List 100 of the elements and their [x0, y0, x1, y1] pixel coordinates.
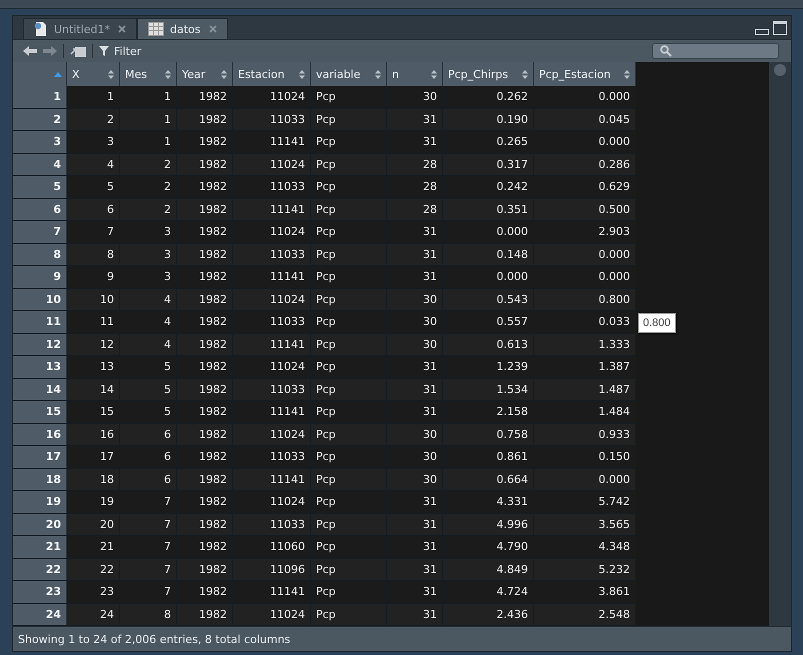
table-cell: 5 [120, 401, 177, 422]
column-title: Estacion [238, 68, 285, 80]
table-cell: 4.724 [443, 581, 534, 602]
row-number: 17 [13, 446, 67, 468]
table-cell: 1982 [177, 221, 233, 242]
row-number: 8 [13, 244, 67, 265]
table-cell: 11024 [233, 86, 311, 108]
table-cell: 8 [120, 604, 177, 625]
table-cell: 30 [387, 424, 443, 445]
popout-icon[interactable] [70, 45, 86, 57]
table-cell: 11060 [233, 536, 311, 558]
row-number: 5 [13, 176, 67, 198]
table-cell: 1982 [177, 266, 233, 288]
table-cell: Pcp [311, 198, 387, 220]
table-cell: 1 [120, 108, 177, 130]
table-cell: 3 [120, 266, 177, 288]
filter-button[interactable]: Filter [99, 44, 142, 58]
row-number: 10 [13, 288, 67, 310]
table-cell: 2.158 [443, 401, 534, 422]
table-cell: 0.351 [443, 198, 534, 220]
row-number: 11 [13, 311, 67, 332]
sort-ascending-icon [54, 72, 62, 76]
row-number: 13 [13, 356, 67, 378]
table-cell: 11 [67, 311, 120, 332]
table-cell: 31 [387, 581, 443, 602]
table-cell: 1.239 [443, 356, 534, 378]
table-cell: 1982 [177, 198, 233, 220]
table-cell: 4 [120, 288, 177, 310]
filter-icon [99, 46, 109, 56]
row-number: 9 [13, 266, 67, 288]
back-icon[interactable] [23, 46, 37, 56]
table-cell: 0.664 [443, 468, 534, 490]
table-cell: 30 [387, 446, 443, 468]
table-cell: 0.317 [443, 154, 534, 175]
row-number: 7 [13, 221, 67, 242]
table-cell: 1982 [177, 108, 233, 130]
table-cell: 24 [67, 604, 120, 625]
table-cell: 14 [67, 378, 120, 400]
row-number: 16 [13, 424, 67, 445]
table-cell: 11033 [233, 378, 311, 400]
table-cell: 11096 [233, 558, 311, 580]
table-cell: 22 [67, 558, 120, 580]
table-cell: 11033 [233, 108, 311, 130]
table-cell: 30 [387, 311, 443, 332]
tooltip: 0.800 [638, 313, 676, 333]
table-cell: 6 [120, 446, 177, 468]
table-cell: Pcp [311, 266, 387, 288]
table-cell: 5 [67, 176, 120, 198]
table-cell: 11024 [233, 356, 311, 378]
table-cell: Pcp [311, 401, 387, 422]
table-cell: 1982 [177, 131, 233, 152]
table-cell: 11033 [233, 514, 311, 535]
table-cell: 0.190 [443, 108, 534, 130]
table-cell: 11033 [233, 311, 311, 332]
table-cell: Pcp [311, 311, 387, 332]
table-cell: 28 [387, 176, 443, 198]
table-cell: Pcp [311, 244, 387, 265]
scrollbar-thumb[interactable] [774, 64, 786, 76]
table-cell: 0.758 [443, 424, 534, 445]
table-cell: Pcp [311, 446, 387, 468]
row-number: 18 [13, 468, 67, 490]
table-cell: Pcp [311, 356, 387, 378]
table-cell: 1.534 [443, 378, 534, 400]
table-cell: 6 [67, 198, 120, 220]
search-field[interactable] [652, 43, 779, 59]
table-cell: 31 [387, 244, 443, 265]
table-cell: Pcp [311, 604, 387, 625]
column-title: Pcp_Chirps [448, 68, 508, 80]
editor-tab[interactable]: Untitled1* [23, 18, 138, 39]
maximize-icon[interactable] [773, 21, 787, 35]
table-cell: 5 [120, 378, 177, 400]
table-cell: 11024 [233, 221, 311, 242]
column-title: Mes [125, 68, 147, 80]
table-cell: 0.242 [443, 176, 534, 198]
table-icon [148, 22, 164, 36]
table-cell: 31 [387, 536, 443, 558]
table-cell: 28 [387, 198, 443, 220]
table-cell: 16 [67, 424, 120, 445]
table-cell: 8 [67, 244, 120, 265]
table-cell: 11024 [233, 288, 311, 310]
row-number: 4 [13, 154, 67, 175]
close-icon[interactable] [118, 25, 126, 33]
row-number: 15 [13, 401, 67, 422]
table-cell: 31 [387, 108, 443, 130]
row-number: 21 [13, 536, 67, 558]
search-icon [660, 45, 672, 57]
row-number: 14 [13, 378, 67, 400]
table-cell: 1 [67, 86, 120, 108]
table-cell: 1982 [177, 378, 233, 400]
table-cell: 11024 [233, 424, 311, 445]
table-cell: 30 [387, 334, 443, 355]
table-cell: 15 [67, 401, 120, 422]
minimize-icon[interactable] [755, 27, 769, 35]
column-title: X [72, 68, 80, 80]
editor-tab[interactable]: datos [137, 18, 228, 39]
table-cell: 7 [120, 536, 177, 558]
table-cell: 4 [120, 311, 177, 332]
table-cell: 1982 [177, 536, 233, 558]
row-number: 22 [13, 558, 67, 580]
table-cell: 0.000 [443, 266, 534, 288]
